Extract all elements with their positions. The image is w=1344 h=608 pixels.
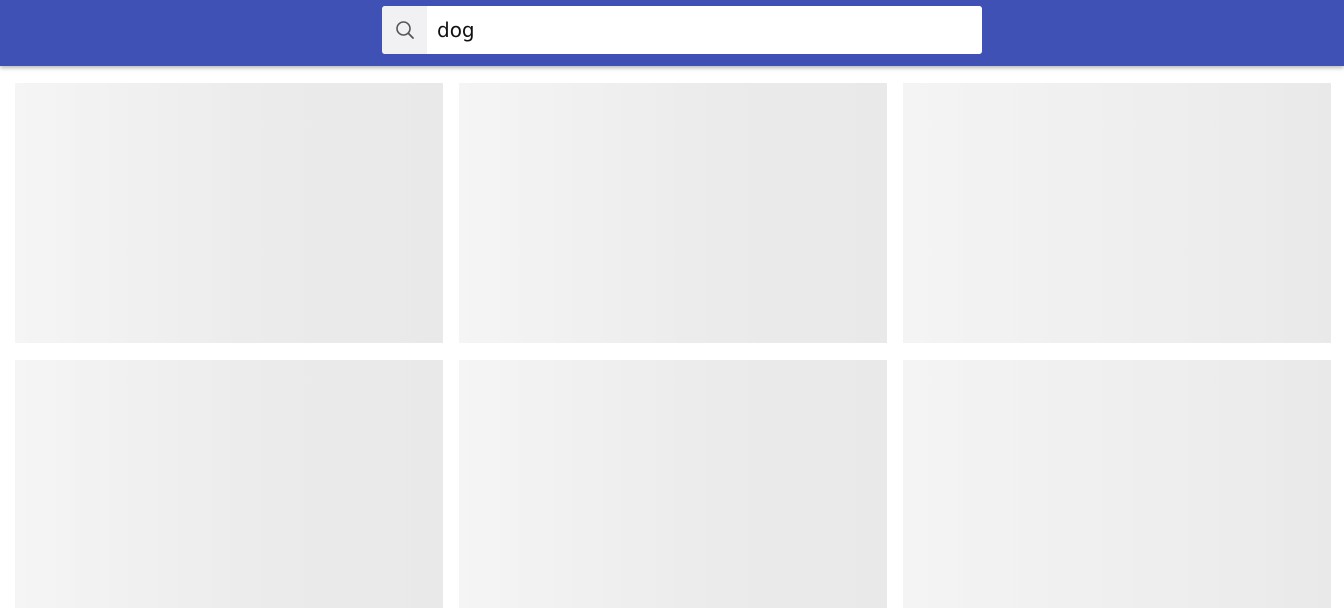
image-search-page	[0, 0, 1344, 608]
result-placeholder-card[interactable]	[15, 360, 443, 608]
result-placeholder-card[interactable]	[903, 360, 1331, 608]
result-placeholder-card[interactable]	[459, 83, 887, 343]
result-placeholder-card[interactable]	[15, 83, 443, 343]
result-placeholder-card[interactable]	[459, 360, 887, 608]
result-placeholder-card[interactable]	[903, 83, 1331, 343]
search-button[interactable]	[382, 6, 427, 54]
results-grid	[0, 0, 1344, 608]
search-bar	[382, 6, 982, 54]
top-app-bar	[0, 0, 1344, 66]
search-input[interactable]	[427, 6, 982, 54]
search-icon	[395, 21, 414, 39]
